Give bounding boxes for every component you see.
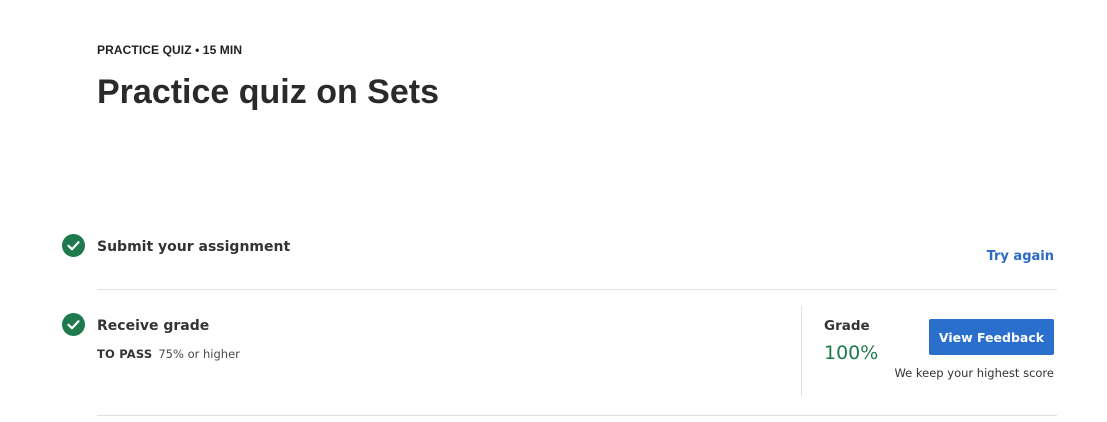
divider [97, 289, 1057, 290]
grade-label: Grade [824, 318, 870, 334]
try-again-link[interactable]: Try again [987, 249, 1054, 264]
step-grade-title: Receive grade [97, 318, 210, 334]
highest-score-note: We keep your highest score [894, 366, 1054, 380]
view-feedback-button[interactable]: View Feedback [929, 319, 1054, 355]
vertical-divider [801, 306, 802, 396]
grade-value: 100% [824, 342, 879, 364]
to-pass-label: TO PASS [97, 347, 153, 361]
check-circle-icon [62, 234, 85, 257]
quiz-meta: PRACTICE QUIZ • 15 MIN [97, 43, 243, 57]
check-circle-icon [62, 313, 85, 336]
step-submit-title: Submit your assignment [97, 239, 291, 255]
quiz-page: PRACTICE QUIZ • 15 MIN Practice quiz on … [0, 0, 1107, 422]
page-title: Practice quiz on Sets [97, 73, 439, 111]
to-pass-value: 75% or higher [158, 347, 240, 361]
pass-requirement: TO PASS 75% or higher [97, 347, 240, 361]
divider [97, 415, 1057, 416]
